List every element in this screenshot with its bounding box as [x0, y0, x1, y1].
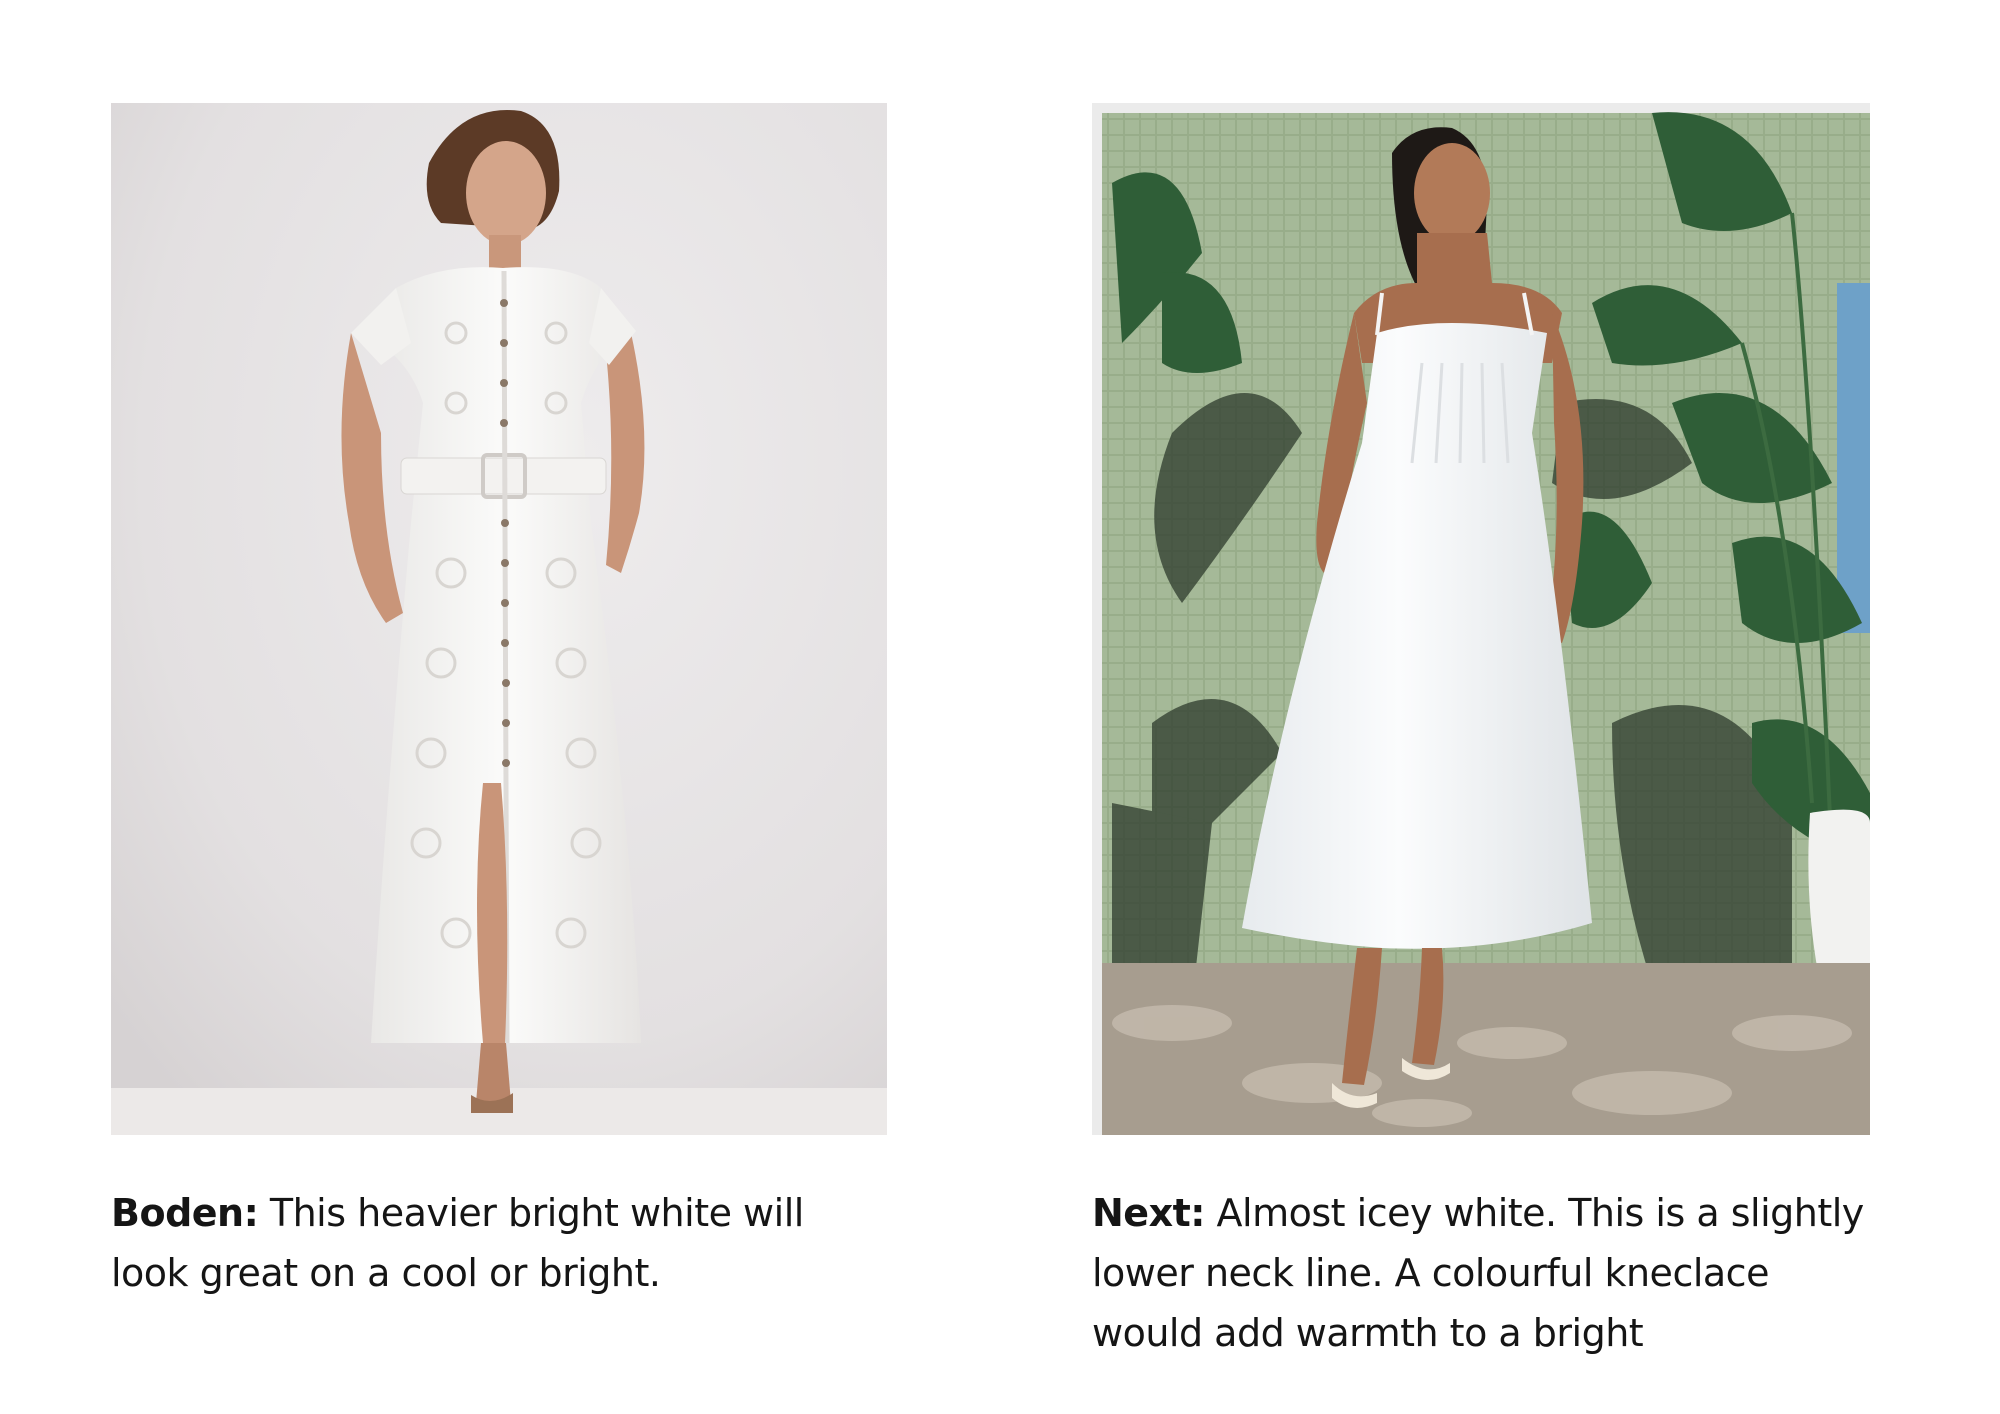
boden-dress-photo	[111, 103, 887, 1135]
product-description: Almost icey white. This is a slightly lo…	[1092, 1191, 1864, 1355]
next-dress-illustration	[1092, 103, 1870, 1135]
product-card-boden: Boden: This heavier bright white will lo…	[111, 103, 887, 1303]
boden-caption: Boden: This heavier bright white will lo…	[111, 1183, 887, 1303]
product-card-next: Next: Almost icey white. This is a sligh…	[1092, 103, 1870, 1363]
brand-name: Next:	[1092, 1191, 1205, 1235]
boden-dress-illustration	[111, 103, 887, 1135]
next-caption: Next: Almost icey white. This is a sligh…	[1092, 1183, 1870, 1363]
next-dress-photo	[1092, 103, 1870, 1135]
brand-name: Boden:	[111, 1191, 259, 1235]
